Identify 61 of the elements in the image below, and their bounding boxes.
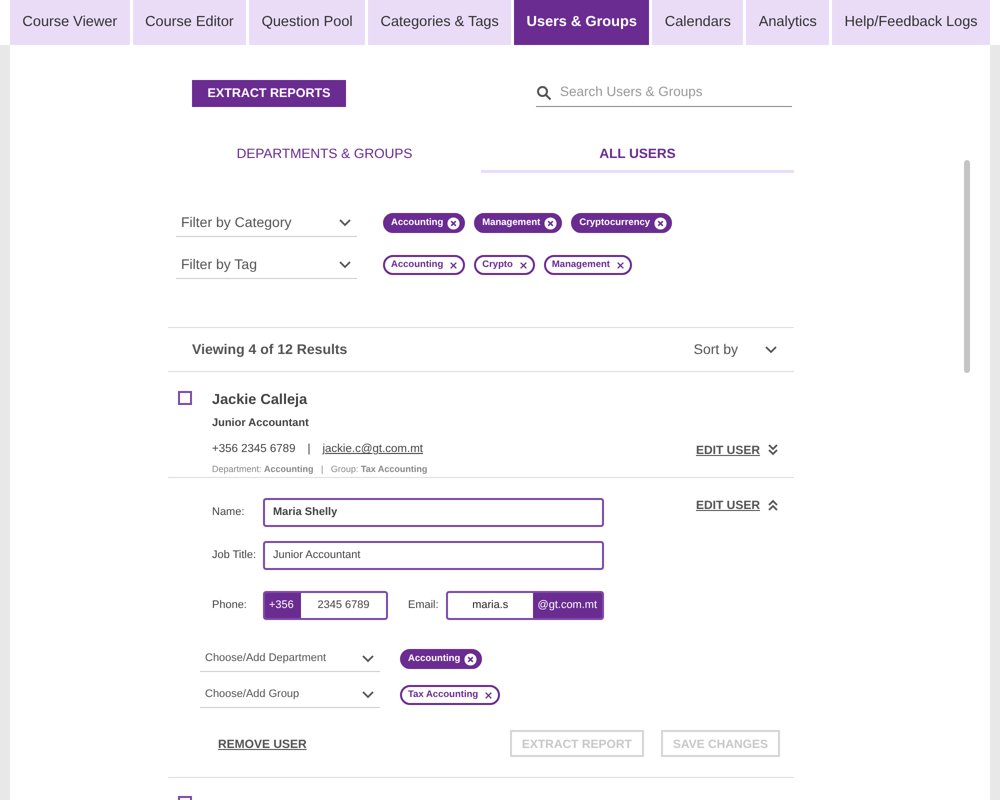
select-dropdown[interactable]: Choose/Add Group (200, 682, 380, 708)
filter-chip[interactable]: Crypto (474, 255, 535, 275)
search-field[interactable]: Search Users & Groups (560, 82, 792, 103)
phone-field[interactable]: +356 2345 6789 (263, 591, 388, 620)
field-label: Job Title: (212, 548, 258, 564)
remove-user-link[interactable]: REMOVE USER (218, 734, 307, 752)
filter-chip[interactable]: Accounting (383, 255, 466, 275)
phone-value: 2345 6789 (316, 598, 370, 614)
sort-dropdown[interactable]: Sort by (694, 339, 778, 360)
phone-number: +356 2345 6789 (212, 442, 296, 458)
nav-tab[interactable]: Analytics (746, 0, 830, 45)
results-count: Viewing 4 of 12 Results (192, 340, 348, 359)
email-domain: @gt.com.mt (532, 593, 602, 618)
job-title-field[interactable]: Junior Accountant (263, 541, 604, 570)
filter-chip[interactable]: Accounting (400, 649, 482, 669)
chevron-down-icon (361, 654, 375, 664)
search-icon (536, 84, 552, 100)
field-label: Phone: (212, 598, 248, 614)
nav-tab[interactable]: Users & Groups (514, 0, 650, 45)
email-field[interactable]: maria.s @gt.com.mt (446, 591, 604, 620)
remove-icon[interactable] (654, 216, 668, 230)
filter-dropdown[interactable]: Filter by Category (176, 209, 357, 237)
nav-tab[interactable]: Course Viewer (10, 0, 130, 45)
job-title: Junior Accountant (212, 416, 310, 431)
extract-reports-button[interactable]: EXTRACT REPORTS (192, 80, 346, 106)
email-link[interactable]: jackie.c@gt.com.mt (322, 441, 423, 458)
filter-chip[interactable]: Management (544, 255, 632, 275)
chevron-down-icon (361, 690, 375, 700)
filter-chip[interactable]: Management (474, 213, 562, 233)
view-tab[interactable]: DEPARTMENTS & GROUPS (168, 139, 481, 173)
nav-tab[interactable]: Help/Feedback Logs (832, 0, 990, 45)
separator: | (307, 442, 310, 458)
field-label: Email: (408, 598, 440, 614)
chevron-down-icon (338, 218, 352, 228)
select-dropdown[interactable]: Choose/Add Department (200, 646, 380, 672)
remove-icon[interactable] (544, 216, 558, 230)
chevrons-up-icon (766, 498, 780, 512)
chevron-down-icon (338, 260, 352, 270)
department-group: Department: Accounting | Group: Tax Accounting (212, 462, 696, 476)
chevrons-down-icon (766, 443, 780, 457)
scrollbar-thumb[interactable] (964, 160, 970, 373)
nav-tab[interactable]: Categories & Tags (368, 0, 512, 45)
field-label: Name: (212, 505, 246, 520)
filter-chip[interactable]: Accounting (383, 213, 466, 233)
name-field[interactable]: Maria Shelly (263, 498, 604, 527)
country-code: +356 (265, 593, 301, 618)
chevron-down-icon (764, 344, 778, 354)
remove-icon[interactable] (447, 216, 460, 230)
email-value: maria.s (471, 598, 510, 614)
remove-icon[interactable] (464, 652, 478, 666)
view-tab[interactable]: ALL USERS (481, 139, 794, 173)
filter-chip[interactable]: Tax Accounting (400, 685, 500, 705)
edit-user-link[interactable]: EDIT USER (696, 496, 780, 514)
nav-tab[interactable]: Question Pool (249, 0, 366, 45)
nav-tab[interactable]: Calendars (652, 0, 744, 45)
filter-dropdown[interactable]: Filter by Tag (176, 251, 357, 279)
user-name: Jackie Calleja (212, 391, 308, 410)
select-checkbox[interactable] (178, 391, 192, 405)
filter-chip[interactable]: Cryptocurrency (571, 213, 672, 233)
nav-tab[interactable]: Course Editor (132, 0, 246, 45)
edit-user-link[interactable]: EDIT USER (696, 441, 780, 459)
